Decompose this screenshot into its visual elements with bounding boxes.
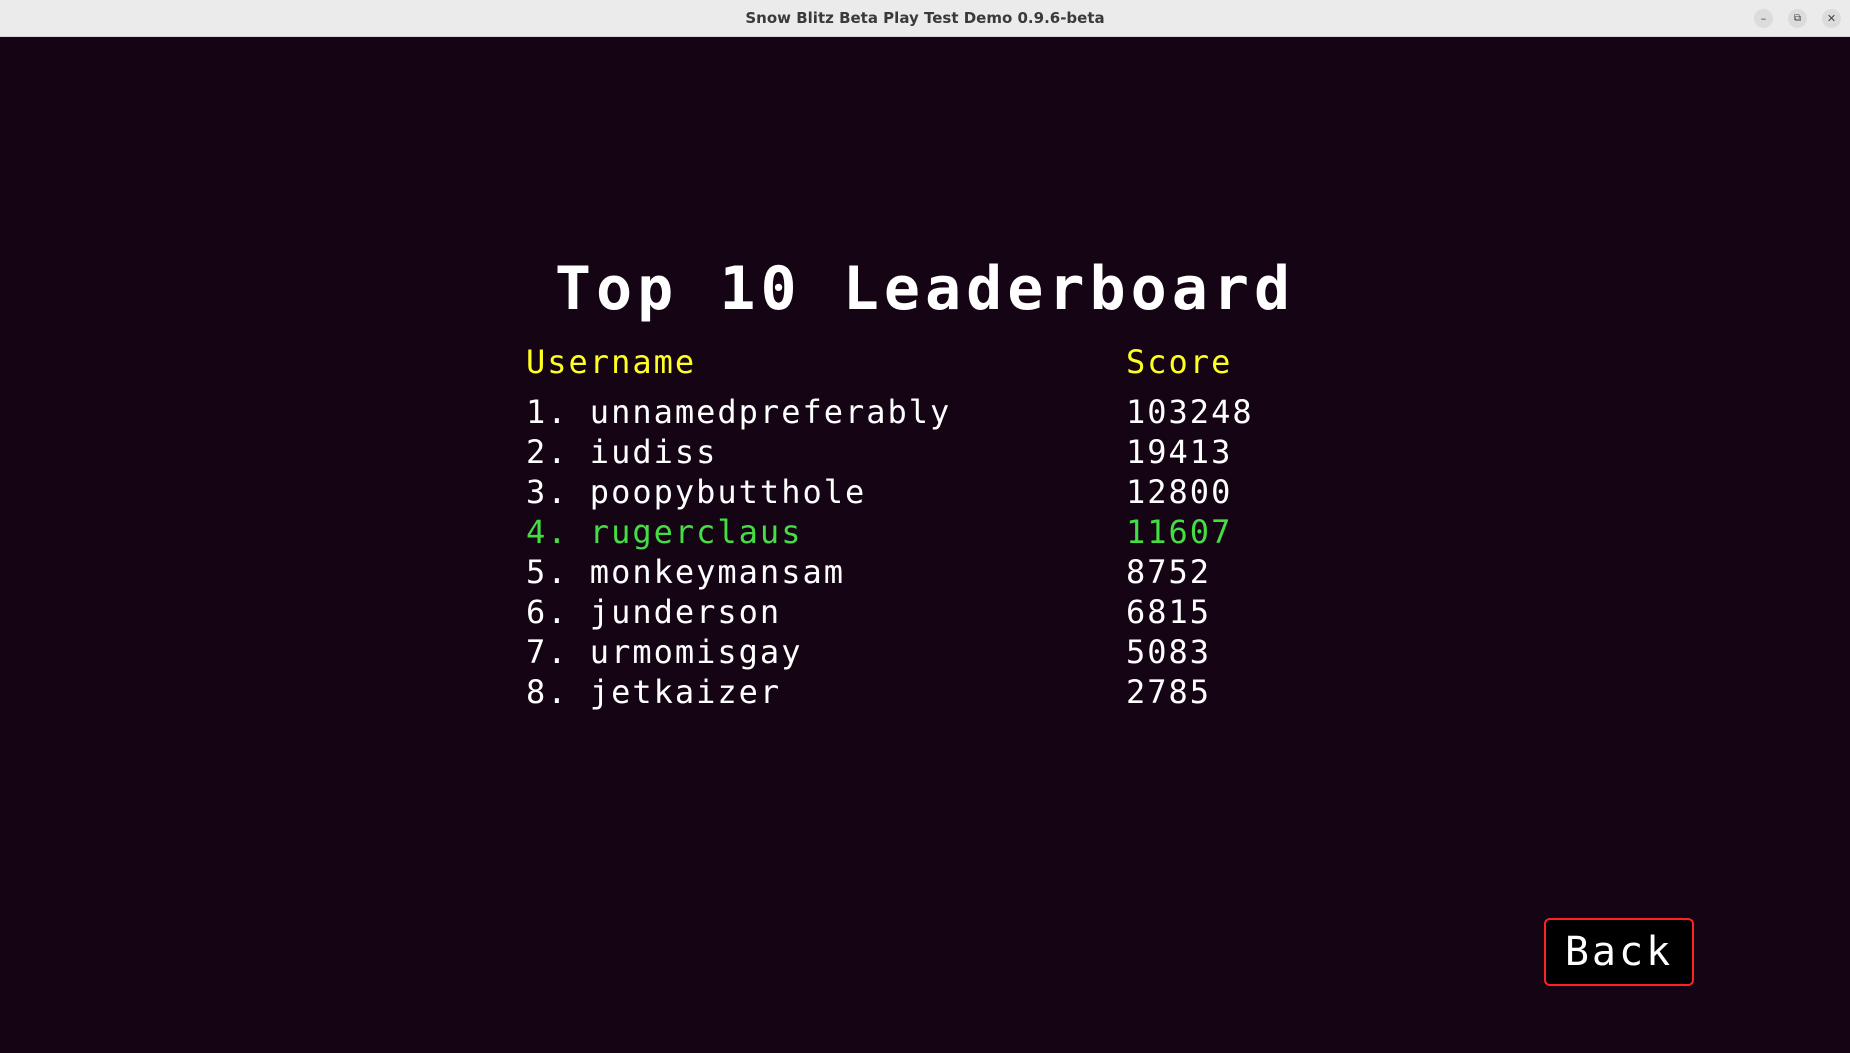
player-name: 7. urmomisgay [526,633,803,671]
title-bar[interactable]: Snow Blitz Beta Play Test Demo 0.9.6-bet… [0,0,1850,37]
player-score: 8752 [1126,553,1212,591]
player-score: 103248 [1126,393,1254,431]
player-score: 19413 [1126,433,1233,471]
window-title: Snow Blitz Beta Play Test Demo 0.9.6-bet… [745,9,1105,27]
player-score: 2785 [1126,673,1212,711]
player-name: 1. unnamedpreferably [526,393,952,431]
back-button[interactable]: Back [1544,918,1694,986]
leaderboard-row: 8. jetkaizer 2785 [526,672,1286,712]
close-icon[interactable]: ✕ [1822,9,1841,28]
leaderboard-row: 6. junderson 6815 [526,592,1286,632]
leaderboard-row: 3. poopybutthole 12800 [526,472,1286,512]
player-score: 11607 [1126,513,1233,551]
leaderboard-title: Top 10 Leaderboard [554,254,1296,324]
restore-icon[interactable]: ⧉ [1788,9,1807,28]
leaderboard-row: 1. unnamedpreferably 103248 [526,392,1286,432]
game-window: Snow Blitz Beta Play Test Demo 0.9.6-bet… [0,0,1850,1053]
score-column-header: Score [1126,343,1233,381]
leaderboard-row: 2. iudiss 19413 [526,432,1286,472]
player-score: 12800 [1126,473,1233,511]
player-name: 8. jetkaizer [526,673,782,711]
username-column-header: Username [526,343,697,381]
player-name: 4. rugerclaus [526,513,803,551]
player-name: 2. iudiss [526,433,718,471]
minimize-icon[interactable]: – [1754,9,1773,28]
player-name: 5. monkeymansam [526,553,845,591]
player-name: 3. poopybutthole [526,473,867,511]
leaderboard-row: 7. urmomisgay 5083 [526,632,1286,672]
player-name: 6. junderson [526,593,782,631]
leaderboard-row: 5. monkeymansam 8752 [526,552,1286,592]
player-score: 6815 [1126,593,1212,631]
game-canvas: Top 10 Leaderboard Username Score 1. unn… [0,37,1850,1053]
player-score: 5083 [1126,633,1212,671]
leaderboard-row: 4. rugerclaus 11607 [526,512,1286,552]
